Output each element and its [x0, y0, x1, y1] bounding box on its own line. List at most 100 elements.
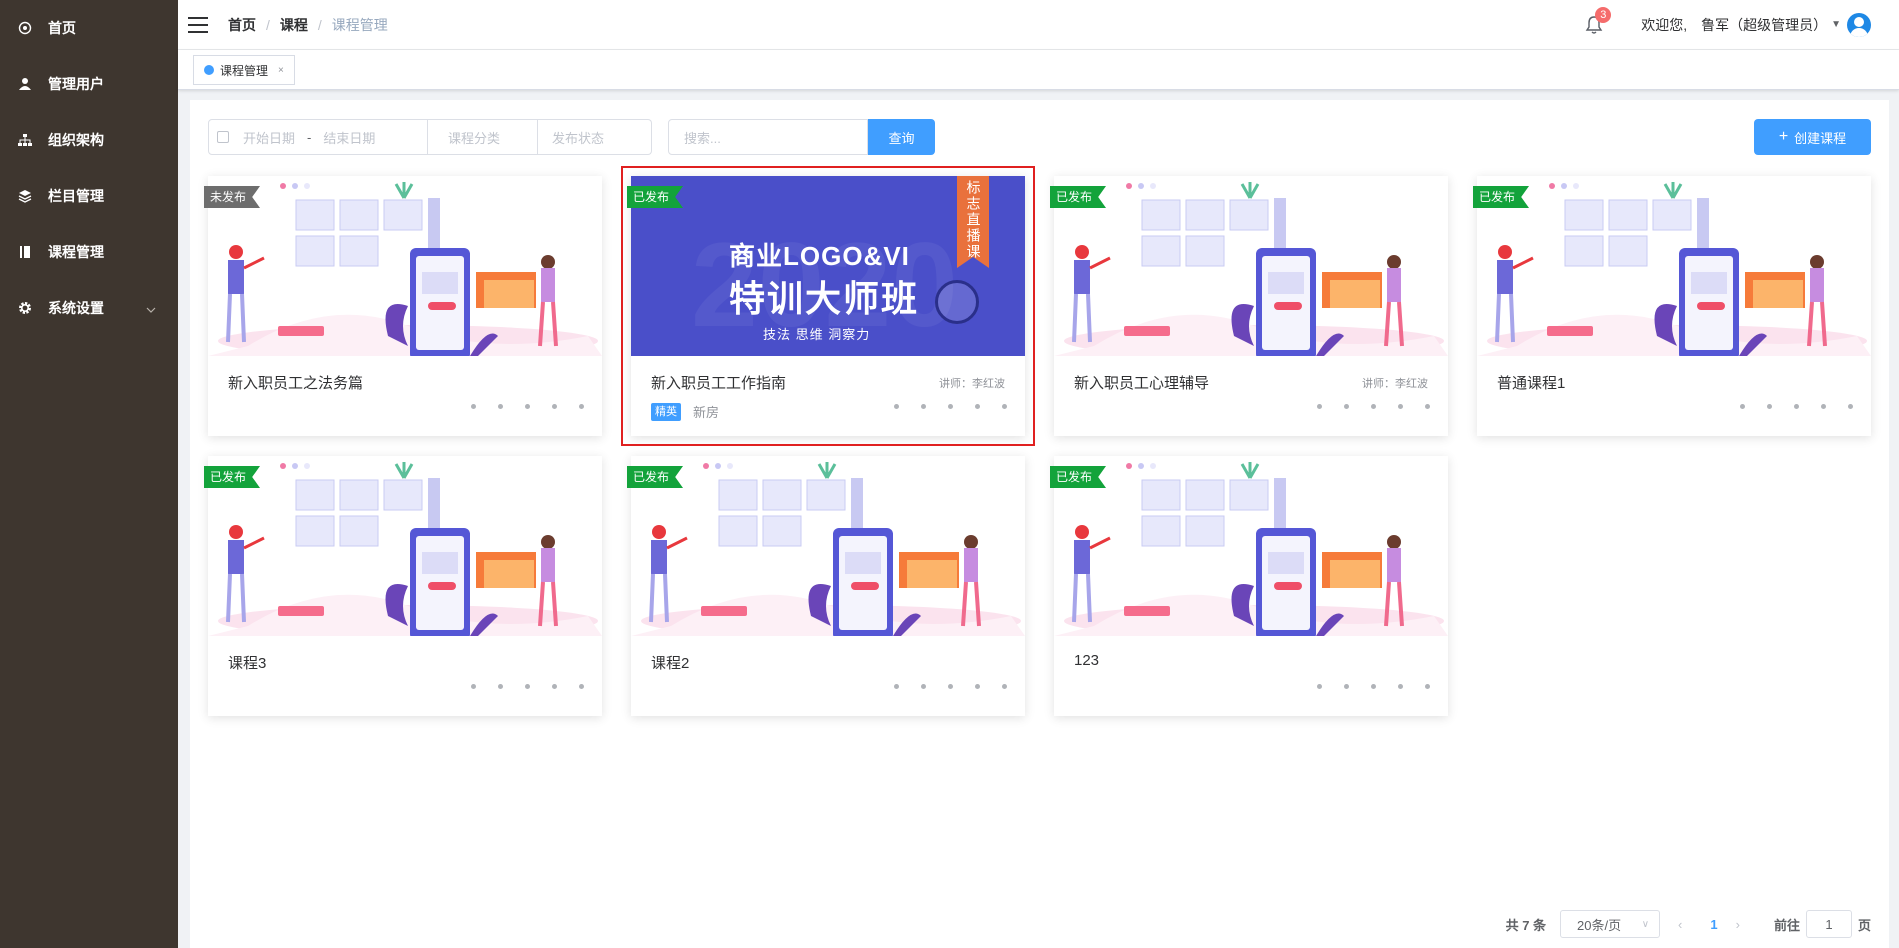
category-select[interactable]: 课程分类	[428, 119, 538, 155]
status-badge: 已发布	[204, 466, 261, 488]
course-tag: 精英	[651, 402, 681, 421]
course-card[interactable]: 2020 商业LOGO&VI 特训大师班 技法 思维 洞察力 标志直播课 已发布…	[621, 166, 1035, 446]
more-dots[interactable]	[872, 404, 1007, 409]
page-word: 页	[1857, 917, 1871, 933]
course-tags: 精英 新房	[651, 402, 719, 421]
sidebar-item-label: 系统设置	[48, 300, 104, 316]
tab-course-management[interactable]: 课程管理 ×	[193, 55, 295, 85]
course-illustration	[631, 456, 1025, 636]
tags-view: 课程管理 ×	[178, 50, 1899, 90]
plus-icon: +	[1778, 128, 1789, 145]
more-dots[interactable]	[1718, 404, 1853, 409]
welcome-text: 欢迎您,	[1641, 16, 1688, 33]
start-date-input[interactable]: 开始日期	[243, 128, 295, 147]
course-title: 课程2	[651, 655, 690, 672]
banner-logo-icon	[935, 280, 979, 324]
status-badge: 未发布	[204, 186, 261, 208]
breadcrumb-current: 课程管理	[331, 16, 388, 33]
status-badge: 已发布	[1473, 186, 1530, 208]
banner-line-1: 商业LOGO&VI	[729, 241, 910, 271]
course-illustration	[208, 456, 602, 636]
chevron-down-icon	[146, 300, 156, 316]
status-badge: 已发布	[627, 466, 684, 488]
promo-banner: 2020 商业LOGO&VI 特训大师班 技法 思维 洞察力 标志直播课	[631, 176, 1025, 356]
page-number[interactable]: 1	[1710, 917, 1717, 932]
range-separator: -	[307, 129, 312, 145]
course-title: 新入职员工之法务篇	[228, 375, 364, 392]
course-card[interactable]: 已发布 123	[1050, 456, 1448, 716]
banner-line-3: 技法 思维 洞察力	[763, 327, 871, 342]
status-badge: 已发布	[1050, 466, 1107, 488]
close-icon[interactable]: ×	[278, 65, 284, 76]
goto-label: 前往	[1773, 917, 1800, 933]
create-course-label: 创建课程	[1794, 130, 1847, 146]
sidebar-item-label: 首页	[48, 20, 76, 36]
page-size-select[interactable]: 20条/页 ∨	[1560, 910, 1661, 938]
status-badge: 已发布	[627, 186, 684, 208]
caret-down-icon[interactable]: ▼	[1831, 19, 1841, 30]
avatar[interactable]	[1847, 12, 1871, 37]
course-title: 新入职员工工作指南	[651, 375, 787, 392]
hamburger-menu-icon[interactable]	[188, 16, 208, 33]
date-range-picker[interactable]: 开始日期 - 结束日期	[208, 119, 428, 155]
sidebar-item-settings[interactable]: 系统设置	[0, 280, 178, 336]
sidebar-item-org[interactable]: 组织架构	[0, 112, 178, 168]
banner-ribbon: 标志直播课	[957, 176, 989, 268]
decorative-illustration	[1054, 182, 1448, 356]
pagination: 共 7 条 20条/页 ∨ ‹ 1 › 前往 1 页	[1506, 910, 1871, 938]
more-dots[interactable]	[872, 684, 1007, 689]
course-card[interactable]: 已发布 新入职员工心理辅导 讲师：李红波	[1050, 176, 1448, 436]
status-placeholder: 发布状态	[552, 130, 605, 146]
sidebar-item-columns[interactable]: 栏目管理	[0, 168, 178, 224]
course-illustration	[1477, 176, 1871, 356]
calendar-icon	[217, 131, 229, 143]
pagination-total: 共 7 条	[1505, 917, 1547, 933]
course-teacher: 讲师：李红波	[939, 378, 1005, 390]
page-size-value: 20条/页	[1577, 917, 1622, 933]
breadcrumb-separator: /	[266, 16, 270, 33]
more-dots[interactable]	[1295, 684, 1430, 689]
breadcrumb-home[interactable]: 首页	[228, 15, 256, 35]
create-course-button[interactable]: + 创建课程	[1754, 119, 1871, 155]
course-title: 普通课程1	[1497, 375, 1566, 392]
course-card[interactable]: 未发布 新入职员工之法务篇	[204, 176, 602, 436]
course-card[interactable]: 已发布 课程3	[204, 456, 602, 716]
tab-label: 课程管理	[220, 63, 269, 78]
more-dots[interactable]	[449, 684, 584, 689]
sidebar-item-users[interactable]: 管理用户	[0, 56, 178, 112]
sidebar: 首页 管理用户 组织架构 栏目管理 课程管理 系统设置	[0, 0, 178, 948]
gear-icon	[18, 301, 32, 315]
more-dots[interactable]	[449, 404, 584, 409]
decorative-illustration	[1054, 462, 1448, 636]
notification-bell-icon[interactable]: 3	[1585, 6, 1612, 35]
breadcrumb-course[interactable]: 课程	[280, 15, 308, 35]
decorative-illustration	[208, 462, 602, 636]
end-date-input[interactable]: 结束日期	[323, 128, 375, 147]
category-placeholder: 课程分类	[448, 130, 501, 146]
search-placeholder: 搜索...	[684, 130, 721, 146]
user-dropdown[interactable]: 鲁军（超级管理员）	[1701, 15, 1827, 35]
top-navbar: 首页 / 课程 / 课程管理 3 欢迎您, 鲁军（超级管理员） ▼	[178, 0, 1899, 50]
course-card[interactable]: 已发布 普通课程1	[1473, 176, 1871, 436]
more-dots[interactable]	[1295, 404, 1430, 409]
sidebar-item-courses[interactable]: 课程管理	[0, 224, 178, 280]
status-select[interactable]: 发布状态	[538, 119, 652, 155]
breadcrumb: 首页 / 课程 / 课程管理	[228, 15, 388, 35]
sidebar-item-label: 栏目管理	[48, 188, 104, 204]
sidebar-item-home[interactable]: 首页	[0, 0, 178, 56]
course-tag: 新房	[693, 405, 720, 420]
decorative-illustration	[208, 182, 602, 356]
course-teacher: 讲师：李红波	[1362, 378, 1428, 390]
filter-bar: 开始日期 - 结束日期 课程分类 发布状态 搜索... 查询	[208, 119, 935, 155]
breadcrumb-separator: /	[317, 16, 322, 33]
sidebar-item-label: 管理用户	[48, 76, 104, 92]
search-button[interactable]: 查询	[868, 119, 935, 155]
search-input[interactable]: 搜索...	[668, 119, 868, 155]
next-page-icon[interactable]: ›	[1736, 917, 1740, 932]
org-tree-icon	[18, 133, 32, 147]
course-card[interactable]: 已发布 课程2	[627, 456, 1025, 716]
user-icon	[18, 77, 32, 91]
goto-page-input[interactable]: 1	[1805, 910, 1852, 938]
prev-page-icon[interactable]: ‹	[1678, 917, 1682, 932]
active-dot-icon	[204, 65, 214, 75]
